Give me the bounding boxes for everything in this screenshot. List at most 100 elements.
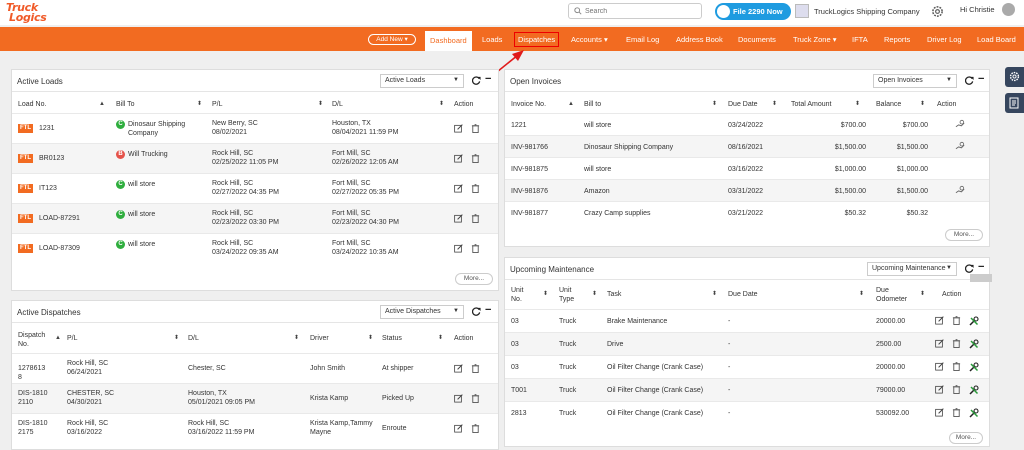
dispatch-number[interactable]: DIS-18102175 — [18, 419, 48, 437]
nav-documents[interactable]: Documents — [738, 35, 776, 44]
trash-icon[interactable] — [471, 424, 480, 433]
gear-icon[interactable] — [931, 5, 944, 18]
trash-icon[interactable] — [471, 124, 480, 133]
refresh-icon[interactable] — [472, 307, 481, 316]
trash-icon[interactable] — [952, 385, 961, 394]
col-driver[interactable]: Driver — [310, 335, 329, 342]
sort-icon[interactable]: ⬍ — [859, 290, 864, 297]
collapse-icon[interactable]: − — [978, 261, 984, 273]
edit-icon[interactable] — [935, 316, 944, 325]
active-dispatches-select[interactable]: Active Dispatches ▼ — [380, 305, 464, 319]
receive-payment-icon[interactable] — [955, 185, 966, 195]
unit-number[interactable]: T001 — [511, 386, 527, 395]
unit-number[interactable]: 03 — [511, 363, 519, 372]
load-number[interactable]: LOAD-87291 — [39, 214, 80, 223]
edit-icon[interactable] — [454, 214, 463, 223]
refresh-icon[interactable] — [965, 264, 974, 273]
col-dl[interactable]: D/L — [188, 335, 199, 342]
sort-icon[interactable]: ⬍ — [197, 100, 202, 107]
col-unit-no[interactable]: Unit No. — [511, 286, 533, 304]
col-status[interactable]: Status — [382, 335, 402, 342]
edit-icon[interactable] — [454, 244, 463, 253]
col-dispatch-no[interactable]: Dispatch No. — [18, 331, 58, 349]
dispatch-number[interactable]: 12786138 — [18, 364, 48, 382]
trash-icon[interactable] — [471, 154, 480, 163]
edit-icon[interactable] — [935, 385, 944, 394]
col-invoice-no[interactable]: Invoice No. — [511, 101, 546, 108]
side-report-button[interactable] — [1005, 93, 1024, 113]
edit-icon[interactable] — [935, 408, 944, 417]
col-unit-type[interactable]: Unit Type — [559, 286, 581, 304]
nav-load-board[interactable]: Load Board — [977, 35, 1016, 44]
search-input[interactable] — [585, 6, 695, 17]
complete-maintenance-icon[interactable] — [969, 362, 979, 372]
sort-asc-icon[interactable]: ▲ — [99, 101, 105, 107]
invoice-number[interactable]: 1221 — [511, 121, 527, 130]
trash-icon[interactable] — [471, 244, 480, 253]
dispatch-number[interactable]: DIS-18102110 — [18, 389, 48, 407]
receive-payment-icon[interactable] — [955, 141, 966, 151]
sort-icon[interactable]: ⬍ — [174, 334, 179, 341]
trash-icon[interactable] — [952, 316, 961, 325]
edit-icon[interactable] — [935, 339, 944, 348]
company-switcher[interactable]: TruckLogics Shipping Company — [795, 3, 920, 20]
nav-accounts[interactable]: Accounts ▾ — [571, 35, 608, 44]
load-number[interactable]: 1231 — [39, 124, 55, 133]
active-loads-more-button[interactable]: More... — [455, 273, 493, 285]
complete-maintenance-icon[interactable] — [969, 385, 979, 395]
trash-icon[interactable] — [471, 214, 480, 223]
active-loads-select[interactable]: Active Loads ▼ — [380, 74, 464, 88]
sort-icon[interactable]: ⬍ — [712, 100, 717, 107]
edit-icon[interactable] — [454, 154, 463, 163]
unit-number[interactable]: 03 — [511, 340, 519, 349]
col-due-date[interactable]: Due Date — [728, 291, 758, 298]
complete-maintenance-icon[interactable] — [969, 316, 979, 326]
sort-icon[interactable]: ⬍ — [318, 100, 323, 107]
nav-reports[interactable]: Reports — [884, 35, 910, 44]
col-due-odometer[interactable]: Due Odometer — [876, 286, 912, 304]
upcoming-maintenance-more-button[interactable]: More... — [949, 432, 983, 444]
col-pl[interactable]: P/L — [212, 101, 223, 108]
collapse-icon[interactable]: − — [978, 73, 984, 85]
sort-asc-icon[interactable]: ▲ — [568, 101, 574, 107]
nav-truck-zone[interactable]: Truck Zone ▾ — [793, 35, 837, 44]
complete-maintenance-icon[interactable] — [969, 339, 979, 349]
trash-icon[interactable] — [471, 394, 480, 403]
add-new-button[interactable]: Add New ▾ — [368, 34, 416, 45]
trash-icon[interactable] — [471, 364, 480, 373]
sort-icon[interactable]: ⬍ — [920, 290, 925, 297]
side-settings-button[interactable] — [1005, 67, 1024, 87]
edit-icon[interactable] — [454, 424, 463, 433]
upcoming-maintenance-select[interactable]: Upcoming Maintenance ▼ — [867, 262, 957, 276]
file-2290-button[interactable]: File 2290 Now — [715, 3, 791, 20]
col-balance[interactable]: Balance — [876, 101, 901, 108]
sort-icon[interactable]: ⬍ — [439, 100, 444, 107]
nav-address-book[interactable]: Address Book — [676, 35, 723, 44]
load-number[interactable]: BR0123 — [39, 154, 64, 163]
receive-payment-icon[interactable] — [955, 119, 966, 129]
unit-number[interactable]: 03 — [511, 317, 519, 326]
invoice-number[interactable]: INV-981876 — [511, 187, 548, 196]
unit-number[interactable]: 2813 — [511, 409, 527, 418]
global-search[interactable] — [568, 3, 702, 19]
refresh-icon[interactable] — [965, 76, 974, 85]
nav-driver-log[interactable]: Driver Log — [927, 35, 962, 44]
trash-icon[interactable] — [952, 408, 961, 417]
trucklogics-logo[interactable]: Truck Logics — [6, 1, 62, 24]
edit-icon[interactable] — [454, 124, 463, 133]
sort-icon[interactable]: ⬍ — [438, 334, 443, 341]
trash-icon[interactable] — [952, 362, 961, 371]
sort-icon[interactable]: ⬍ — [855, 100, 860, 107]
collapse-icon[interactable]: − — [485, 304, 491, 316]
sort-icon[interactable]: ⬍ — [920, 100, 925, 107]
load-number[interactable]: IT123 — [39, 184, 57, 193]
edit-icon[interactable] — [454, 184, 463, 193]
sort-icon[interactable]: ⬍ — [543, 290, 548, 297]
sort-icon[interactable]: ⬍ — [592, 290, 597, 297]
col-total-amount[interactable]: Total Amount — [791, 101, 831, 108]
open-invoices-select[interactable]: Open Invoices ▼ — [873, 74, 957, 88]
col-load-no[interactable]: Load No. — [18, 101, 46, 108]
sort-icon[interactable]: ⬍ — [712, 290, 717, 297]
user-menu[interactable]: Hi Christie — [960, 3, 1015, 16]
collapse-icon[interactable]: − — [485, 73, 491, 85]
